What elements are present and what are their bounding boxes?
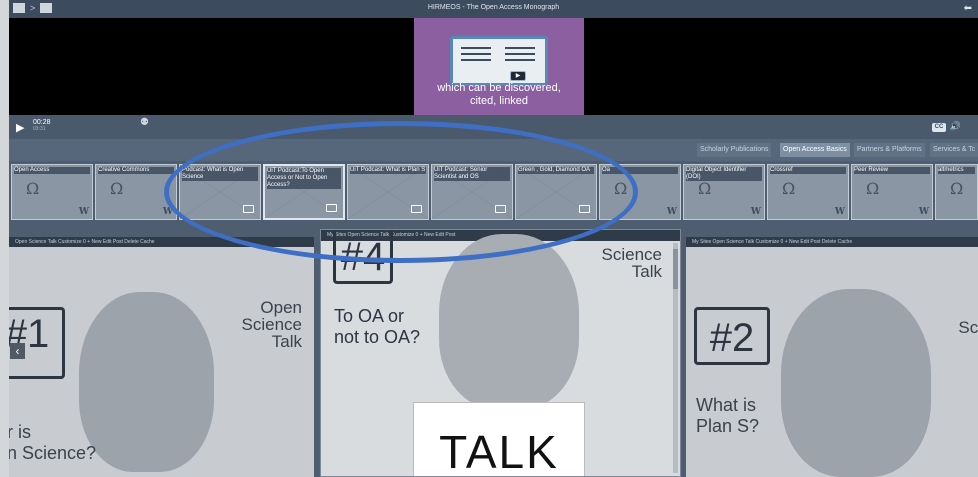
wikipedia-icon: Ω bbox=[614, 179, 628, 198]
open-book-icon: ▶ bbox=[450, 36, 548, 86]
thumbnail-label: Crossref bbox=[770, 167, 846, 174]
video-icon bbox=[411, 205, 422, 213]
question-line-1: What is bbox=[696, 395, 757, 415]
top-bar: > HIRMEOS - The Open Access Monograph ⬅ bbox=[9, 0, 978, 18]
tab-partners-platforms[interactable]: Partners & Platforms bbox=[854, 143, 925, 157]
w-logo-icon: W bbox=[918, 207, 929, 217]
thumbnail-podcast-open-science[interactable]: Podcast: What is Open Science bbox=[179, 164, 261, 220]
tab-services[interactable]: Services & Tc bbox=[930, 143, 978, 157]
talk-sign: TALK bbox=[413, 402, 585, 476]
thumbnail-open-access[interactable]: Ω W Open Access bbox=[11, 164, 93, 220]
caption-line-2: cited, linked bbox=[469, 95, 529, 107]
cc-button[interactable]: CC bbox=[932, 123, 946, 132]
w-logo-icon: W bbox=[834, 207, 845, 217]
question-line-1: r is bbox=[9, 422, 31, 442]
duration: 03:31 bbox=[33, 126, 46, 132]
thumbnail-altmetrics[interactable]: Ω altmetrics bbox=[935, 164, 978, 220]
thumbnail-label: Green , Gold, Diamond OA bbox=[518, 167, 594, 174]
episode-question: What is Plan S? bbox=[696, 395, 759, 437]
video-frame[interactable]: ▶ which can be discovered, cited, linked bbox=[414, 18, 584, 115]
wikipedia-icon: Ω bbox=[26, 179, 40, 198]
video-icon bbox=[326, 204, 337, 212]
thumbnail-green-gold-diamond[interactable]: Green , Gold, Diamond OA bbox=[515, 164, 597, 220]
tab-open-access-basics[interactable]: Open Access Basics bbox=[780, 143, 850, 157]
wikipedia-icon: Ω bbox=[110, 179, 124, 198]
preview-panel-right[interactable]: My Sites Open Science Talk Customize 0 +… bbox=[686, 237, 978, 477]
episode-question: r is n Science? bbox=[9, 422, 96, 464]
episode-number: #2 bbox=[694, 307, 770, 365]
thumbnail-label: Peer Review bbox=[854, 167, 930, 174]
scrollbar[interactable] bbox=[673, 243, 678, 473]
thumbnail-label: Podcast: What is Open Science bbox=[182, 167, 258, 181]
scrubber-handle[interactable]: ⚉ bbox=[140, 117, 149, 128]
w-logo-icon: W bbox=[750, 207, 761, 217]
episode-question: To OA or not to OA? bbox=[334, 306, 420, 348]
question-line-2: Plan S? bbox=[696, 416, 760, 436]
wikipedia-icon: Ω bbox=[782, 179, 796, 198]
thumbnail-label: Oa bbox=[602, 167, 678, 174]
play-icon: ▶ bbox=[510, 71, 526, 81]
video-icon bbox=[243, 205, 254, 213]
video-icon bbox=[579, 205, 590, 213]
thumbnail-label: UiT Podcast: What is Plan S bbox=[350, 167, 426, 174]
w-logo-icon: W bbox=[162, 207, 173, 217]
admin-bar: Open Science Talk Customize 0 + New Edit… bbox=[9, 237, 314, 247]
thumbnail-podcast-plan-s[interactable]: UiT Podcast: What is Plan S bbox=[347, 164, 429, 220]
player-controls: ▶ 00:28 03:31 ⚉ CC 🔊 bbox=[9, 115, 978, 139]
speaker-photo bbox=[781, 289, 931, 477]
talk-title: Science Talk bbox=[601, 245, 662, 281]
tab-scholarly-publications[interactable]: Scholarly Publications bbox=[697, 143, 772, 157]
thumbnail-doi[interactable]: Ω W Digital Object Identifier (DOI) bbox=[683, 164, 765, 220]
thumbnail-label: Creative Commons bbox=[98, 167, 174, 174]
previous-arrow-icon[interactable]: ‹ bbox=[10, 343, 25, 359]
question-line-2: not to OA? bbox=[334, 327, 421, 347]
app-title: HIRMEOS - The Open Access Monograph bbox=[427, 4, 560, 11]
volume-icon[interactable]: 🔊 bbox=[950, 121, 961, 132]
question-line-2: n Science? bbox=[9, 443, 97, 463]
play-button[interactable]: ▶ bbox=[16, 121, 24, 134]
talk-title: Open Science Talk bbox=[241, 298, 302, 351]
wikipedia-icon: Ω bbox=[866, 179, 880, 198]
time-display: 00:28 03:31 bbox=[33, 119, 51, 132]
caption-line-1: which can be discovered, bbox=[437, 82, 561, 94]
thumbnail-creative-commons[interactable]: Ω W Creative Commons bbox=[95, 164, 177, 220]
wikipedia-icon: Ω bbox=[950, 179, 964, 198]
scrollbar-thumb[interactable] bbox=[673, 249, 678, 289]
w-logo-icon: W bbox=[78, 207, 89, 217]
video-caption: which can be discovered, cited, linked bbox=[414, 82, 584, 108]
category-tabs: Scholarly Publications Open Access Basic… bbox=[9, 139, 978, 161]
thumbnail-label: UiT Podcast: Senior Scientist and OS bbox=[434, 167, 510, 181]
preview-panel-left[interactable]: Open Science Talk Customize 0 + New Edit… bbox=[9, 237, 314, 477]
thumbnail-podcast-senior-scientist[interactable]: UiT Podcast: Senior Scientist and OS bbox=[431, 164, 513, 220]
video-player[interactable]: ▶ which can be discovered, cited, linked bbox=[9, 18, 978, 115]
video-icon bbox=[495, 205, 506, 213]
current-time: 00:28 bbox=[33, 119, 51, 126]
thumbnail-oa[interactable]: Ω W Oa bbox=[599, 164, 681, 220]
w-logo-icon: W bbox=[666, 207, 677, 217]
thumbnail-label: Open Access bbox=[14, 167, 90, 174]
talk-title: Sci bbox=[958, 318, 978, 337]
thumbnail-label: Digital Object Identifier (DOI) bbox=[686, 167, 762, 181]
share-icon[interactable]: ⬅ bbox=[964, 3, 972, 14]
left-edge bbox=[0, 0, 9, 477]
thumbnail-podcast-to-oa[interactable]: UiT Podcast:To Open Access or Not to Ope… bbox=[263, 164, 345, 220]
preview-panel-center[interactable]: My Sites Open Science Talk Customize 0 +… bbox=[320, 229, 681, 477]
thumbnail-label: altmetrics bbox=[938, 167, 975, 174]
wikipedia-icon: Ω bbox=[698, 179, 712, 198]
thumbnail-label: UiT Podcast:To Open Access or Not to Ope… bbox=[267, 168, 341, 189]
thumbnail-crossref[interactable]: Ω W Crossref bbox=[767, 164, 849, 220]
question-line-1: To OA or bbox=[334, 306, 405, 326]
thumbnail-strip: Ω W Open Access Ω W Creative Commons Pod… bbox=[9, 161, 978, 225]
admin-bar: My Sites Open Science Talk Customize 0 +… bbox=[686, 237, 978, 247]
thumbnail-peer-review[interactable]: Ω W Peer Review bbox=[851, 164, 933, 220]
speaker-photo bbox=[439, 234, 579, 409]
speaker-photo bbox=[79, 292, 214, 472]
episode-number: #4 bbox=[333, 230, 393, 284]
